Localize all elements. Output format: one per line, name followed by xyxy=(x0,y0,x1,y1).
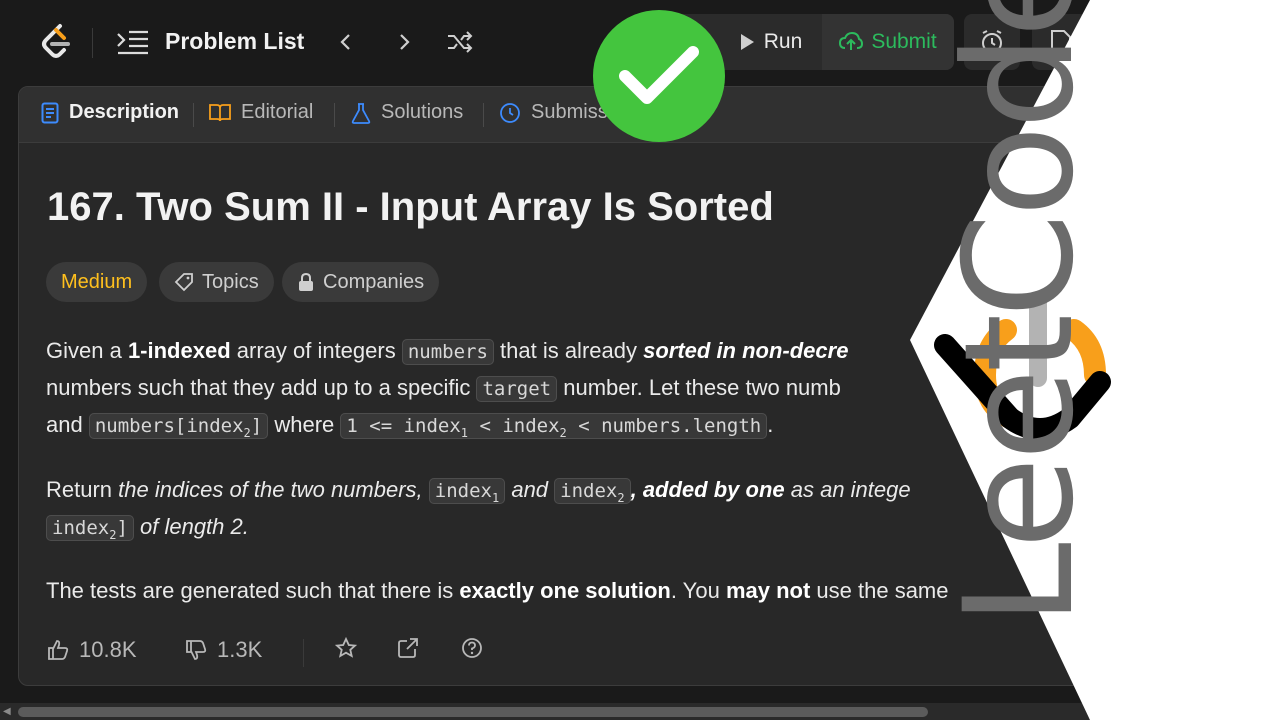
tab-divider xyxy=(483,103,484,127)
question-circle-icon xyxy=(462,638,482,658)
inline-code: numbers xyxy=(401,339,494,365)
favorite-button[interactable] xyxy=(335,637,357,659)
like-count: 10.8K xyxy=(79,637,137,662)
tab-submissions[interactable]: Submissi xyxy=(499,101,612,124)
random-problem-button[interactable] xyxy=(444,26,476,58)
inline-code: target xyxy=(476,376,558,402)
book-icon xyxy=(209,103,231,121)
run-button[interactable]: Run xyxy=(720,14,820,70)
share-button[interactable] xyxy=(397,637,419,659)
thumbs-up-icon xyxy=(48,640,69,660)
scroll-left-arrow-icon[interactable]: ◀ xyxy=(3,706,11,717)
flask-icon xyxy=(351,102,371,124)
lock-icon xyxy=(299,272,313,291)
tab-editorial[interactable]: Editorial xyxy=(209,101,313,124)
help-button[interactable] xyxy=(461,637,483,659)
run-label: Run xyxy=(763,30,803,53)
topics-button[interactable]: Topics xyxy=(159,262,274,302)
checkmark-icon xyxy=(619,46,699,104)
leetcode-wordmark: LeetCode xyxy=(933,0,1107,626)
chevron-right-icon xyxy=(400,34,410,50)
play-icon xyxy=(740,34,754,50)
tab-description-label: Description xyxy=(69,101,180,123)
tab-description[interactable]: Description xyxy=(41,101,179,124)
success-check-badge xyxy=(593,10,725,142)
document-icon xyxy=(41,102,59,123)
dislike-button[interactable]: 1.3K xyxy=(185,637,262,663)
chevron-left-icon xyxy=(340,34,350,50)
companies-button[interactable]: Companies xyxy=(282,262,440,302)
divider xyxy=(303,639,304,667)
like-button[interactable]: 10.8K xyxy=(47,637,137,663)
tab-divider xyxy=(334,103,335,127)
submit-label: Submit xyxy=(871,30,937,53)
inline-code: numbers[index2] xyxy=(88,413,269,440)
tab-divider xyxy=(193,103,194,127)
problem-list-icon[interactable] xyxy=(116,28,150,56)
next-problem-button[interactable] xyxy=(388,26,420,58)
share-icon xyxy=(398,638,418,658)
problem-list-link[interactable]: Problem List xyxy=(165,28,304,55)
divider xyxy=(92,28,93,58)
thumbs-down-icon xyxy=(186,640,207,660)
cloud-upload-icon xyxy=(839,32,864,50)
star-icon xyxy=(335,637,357,658)
scrollbar-thumb[interactable] xyxy=(18,707,928,717)
tab-editorial-label: Editorial xyxy=(241,101,314,123)
prev-problem-button[interactable] xyxy=(330,26,362,58)
inline-code: index1 xyxy=(428,478,506,505)
shuffle-icon xyxy=(448,31,473,53)
inline-code: index2 xyxy=(554,478,631,505)
difficulty-badge: Medium xyxy=(46,262,148,302)
problem-actions: 10.8K 1.3K xyxy=(19,627,1157,677)
tab-solutions[interactable]: Solutions xyxy=(351,101,463,124)
dislike-count: 1.3K xyxy=(217,637,263,662)
leetcode-logo-icon[interactable] xyxy=(36,22,76,62)
topics-label: Topics xyxy=(202,270,259,293)
inline-code: 1 <= index1 < index2 < numbers.length xyxy=(340,413,768,440)
difficulty-label: Medium xyxy=(61,270,133,293)
tag-icon xyxy=(174,273,193,292)
tab-solutions-label: Solutions xyxy=(381,101,464,123)
horizontal-scrollbar[interactable]: ◀ xyxy=(0,703,1280,720)
problem-title: 167. Two Sum II - Input Array Is Sorted xyxy=(47,185,774,229)
history-icon xyxy=(500,102,520,123)
inline-code: index2] xyxy=(46,515,134,542)
companies-label: Companies xyxy=(323,270,425,293)
